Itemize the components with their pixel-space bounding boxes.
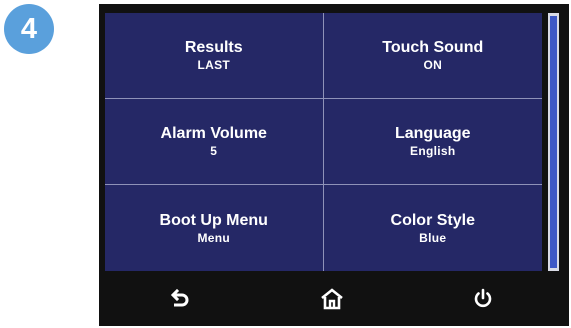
menu-item-alarm-volume[interactable]: Alarm Volume 5: [105, 99, 324, 185]
menu-item-color-style[interactable]: Color Style Blue: [324, 185, 543, 271]
menu-item-value: ON: [423, 58, 443, 72]
menu-item-label: Color Style: [390, 211, 475, 229]
menu-item-value: 5: [210, 144, 218, 158]
power-button[interactable]: [461, 279, 505, 319]
menu-item-touch-sound[interactable]: Touch Sound ON: [323, 13, 542, 99]
menu-item-label: Boot Up Menu: [159, 211, 268, 229]
step-number-badge: 4: [4, 4, 54, 54]
menu-item-label: Language: [394, 125, 471, 142]
scrollbar-track[interactable]: [548, 13, 559, 271]
menu-item-label: Alarm Volume: [160, 125, 267, 142]
menu-item-value: Menu: [197, 230, 231, 245]
back-icon: [170, 288, 189, 307]
menu-item-label: Touch Sound: [382, 39, 484, 56]
menu-item-results[interactable]: Results LAST: [105, 13, 324, 99]
menu-item-label: Results: [184, 39, 243, 56]
menu-item-boot-up-menu[interactable]: Boot Up Menu Menu: [105, 185, 324, 271]
menu-item-language[interactable]: Language English: [323, 99, 542, 185]
home-button[interactable]: [310, 279, 354, 319]
menu-item-value: LAST: [197, 58, 231, 72]
device-display: Results LAST Touch Sound ON Alarm Volume…: [99, 4, 569, 326]
settings-menu-grid: Results LAST Touch Sound ON Alarm Volume…: [105, 13, 542, 271]
menu-item-value: English: [410, 144, 456, 158]
power-icon: [475, 288, 492, 308]
home-icon: [321, 288, 343, 310]
bottom-nav-bar: [105, 276, 559, 322]
back-button[interactable]: [159, 279, 203, 319]
scrollbar-thumb[interactable]: [550, 16, 557, 268]
menu-item-value: Blue: [419, 230, 447, 245]
